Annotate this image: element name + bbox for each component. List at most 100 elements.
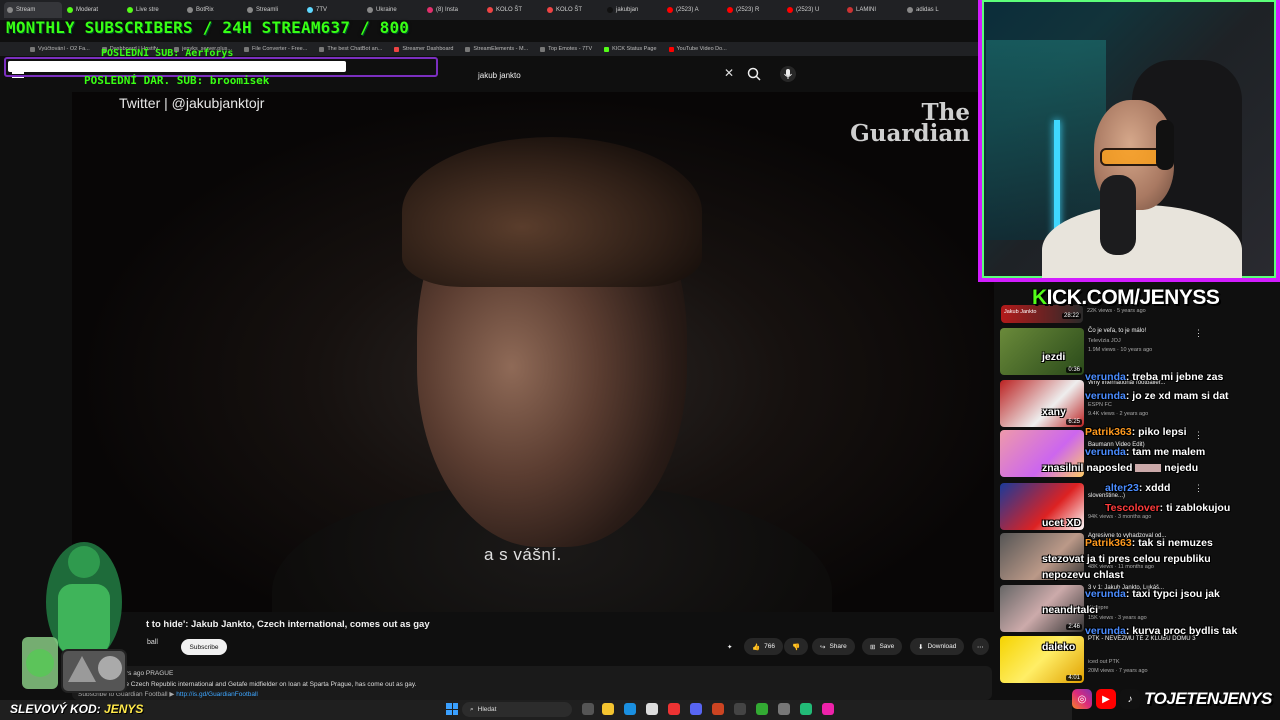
discord-icon[interactable] [690,703,702,715]
browser-tab[interactable]: Moderat [64,2,122,18]
chrome-icon[interactable] [668,703,680,715]
app-icon[interactable] [734,703,746,715]
app-icon[interactable] [756,703,768,715]
webcam-headset [1156,120,1174,170]
bookmark[interactable]: The best ChatBot an... [319,46,382,52]
bookmark[interactable]: Streamer Dashboard [394,46,453,52]
browser-tab[interactable]: KOLO ŠT [484,2,542,18]
clear-search-icon[interactable]: ✕ [724,66,734,80]
browser-tab[interactable]: jakubjan [604,2,662,18]
subscribe-button[interactable]: Subscribe [181,639,227,655]
share-button[interactable]: ↪ Share [812,638,855,655]
bookmark[interactable]: Vyúčtování - O2 Fa... [30,46,90,52]
tab-favicon-icon [367,7,373,13]
chat-message: jezdi [1042,351,1066,363]
chat-message: znasilnil naposled nejedu [1042,462,1199,474]
bookmark-icon [243,46,249,52]
tab-favicon-icon [7,7,13,13]
last-donation-text: POSLEDNÍ DAR. SUB: broomisek [84,74,270,87]
browser-tab[interactable]: 7TV [304,2,362,18]
video-player[interactable] [72,92,994,612]
suggestion-thumbnail: 6:25 [1000,380,1084,427]
save-button[interactable]: ⊞ Save [862,638,903,655]
store-icon[interactable] [646,703,658,715]
taskbar-search[interactable]: ⌕ Hledat [462,702,572,717]
app-icon[interactable] [822,703,834,715]
chat-message: verunda: treba mi jebne zas [1085,371,1224,383]
download-button[interactable]: ⬇ Download [910,638,965,655]
subscribers-banner: MONTHLY SUBSCRIBERS / 24H STREAM637 / 80… [6,18,410,37]
suggestion-item[interactable]: 4:01 PTK - NEVĚZMU TĚ Z KLUBU DOMU 3 ice… [1000,636,1270,686]
guardian-logo: The Guardian [850,99,970,147]
edge-icon[interactable] [624,703,636,715]
booster-mascot-logo [22,542,127,693]
browser-tab[interactable]: Ukraine [364,2,422,18]
search-icon: ⌕ [470,705,474,713]
bookmark-icon [30,46,35,52]
app-icon[interactable] [778,703,790,715]
video-subtitle: a s vášní. [484,545,562,564]
browser-tab[interactable]: BotRix [184,2,242,18]
tab-favicon-icon [667,7,673,13]
like-button[interactable]: 👍 766 [744,638,783,655]
bookmark[interactable]: KICK Status Page [604,46,657,52]
browser-tab[interactable]: (2523) R [724,2,782,18]
bookmark-icon [465,46,471,52]
description-link[interactable]: http://is.gd/GuardianFootball [176,691,258,698]
social-handles-bar: ◎ ▶ ♪ TOJETENJENYS [1072,686,1280,712]
search-input[interactable]: jakub jankto [470,64,742,86]
share-icon: ↪ [820,643,826,651]
file-explorer-icon[interactable] [602,703,614,715]
suggestion-duration: 28:22 [1062,313,1082,319]
app-icon[interactable] [712,703,724,715]
tab-favicon-icon [547,7,553,13]
browser-tab[interactable]: (2523) U [784,2,842,18]
dislike-button[interactable]: 👎 [784,638,809,655]
browser-tab[interactable]: KOLO ŠT [544,2,602,18]
chat-message: verunda: tam me malem [1085,446,1206,458]
browser-tab[interactable]: Streamli [244,2,302,18]
thumbs-down-icon: 👎 [792,643,801,651]
chat-message: daleko [1042,641,1076,653]
suggestion-item[interactable]: 6:25 Why international footballer... ESP… [1000,380,1270,430]
search-icon[interactable] [746,66,762,82]
windows-start-icon[interactable] [446,703,458,715]
browser-tab[interactable]: LAMINI [844,2,902,18]
chat-message: verunda: taxi typci jsou jak [1085,588,1220,600]
bookmark-icon [668,46,674,52]
tab-favicon-icon [787,7,793,13]
tab-favicon-icon [187,7,193,13]
sparkle-icon[interactable]: ✦ [727,638,732,655]
chat-message: Tescolover: ti zablokujou [1105,502,1231,514]
chat-message: verunda: jo ze xd mam si dat [1085,390,1229,402]
chat-message: verunda: kurva proc bydlis tak [1085,625,1238,637]
browser-tab[interactable]: Live stre [124,2,182,18]
channel-name[interactable]: ball [147,639,158,646]
more-actions-icon[interactable]: ⋯ [972,638,989,655]
bookmark[interactable]: YouTube Video Do... [668,46,727,52]
bookmark-icon [540,46,546,52]
microphone-icon[interactable] [780,66,796,82]
browser-tab[interactable]: (2523) A [664,2,722,18]
bookmark[interactable]: Top Emotes - 7TV [540,46,592,52]
browser-tab[interactable]: (8) Insta [424,2,482,18]
tab-favicon-icon [247,7,253,13]
tab-favicon-icon [487,7,493,13]
youtube-icon: ▶ [1096,689,1116,709]
bookmark[interactable]: File Converter - Free... [243,46,307,52]
more-options-icon[interactable]: ⋮ [1194,328,1203,339]
chat-message: Patrik363: piko lepsi [1085,426,1187,438]
bookmark-plus-icon: ⊞ [870,643,876,651]
browser-tab[interactable]: adidas L [904,2,962,18]
bookmark[interactable]: StreamElements - M... [465,46,528,52]
more-options-icon[interactable]: ⋮ [1194,483,1203,494]
tab-favicon-icon [427,7,433,13]
instagram-icon: ◎ [1072,689,1092,709]
emote-icon [1135,464,1162,473]
video-title: t to hide': Jakub Jankto, Czech internat… [146,619,430,630]
app-icon[interactable] [800,703,812,715]
task-view-icon[interactable] [582,703,594,715]
twitter-handle: Twitter | @jakubjanktojr [119,95,265,111]
browser-tab[interactable]: Stream [4,2,62,18]
more-options-icon[interactable]: ⋮ [1194,430,1203,441]
